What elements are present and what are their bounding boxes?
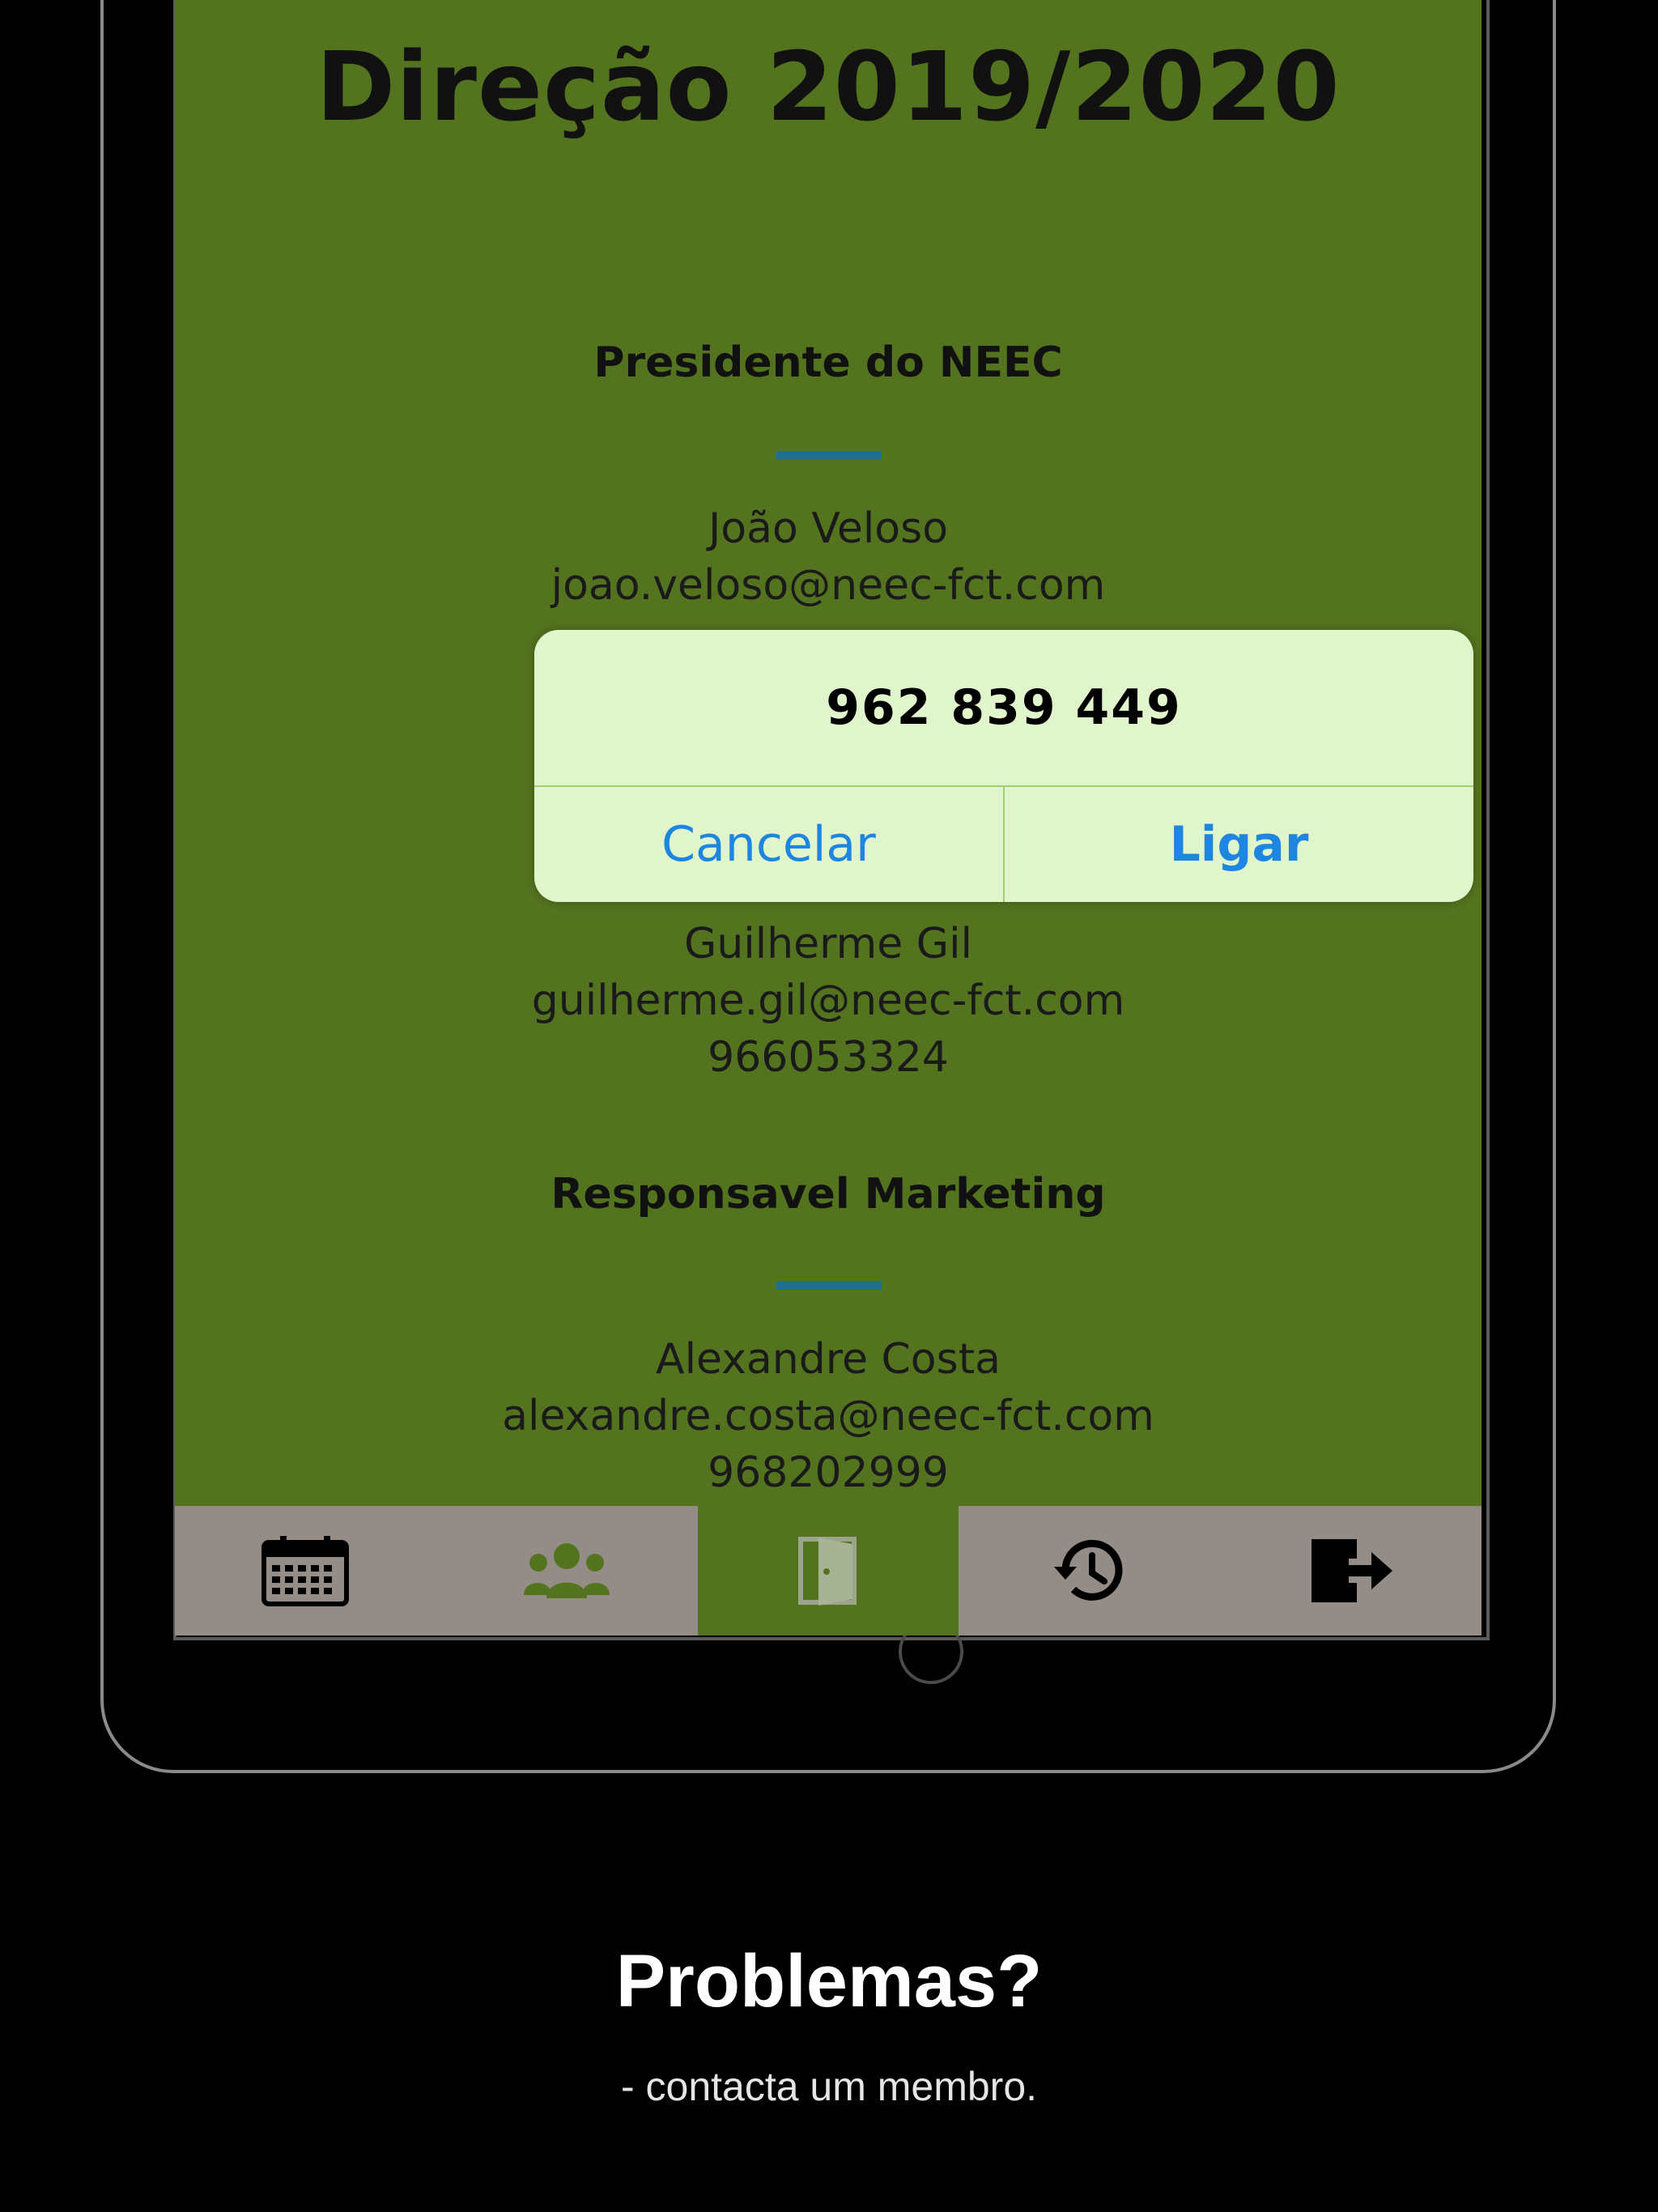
role-title-president: Presidente do NEEC xyxy=(593,338,1063,387)
member-name: Guilherme Gil xyxy=(684,920,972,968)
cancel-button[interactable]: Cancelar xyxy=(534,787,1003,902)
role-divider xyxy=(776,451,882,460)
call-button[interactable]: Ligar xyxy=(1005,787,1473,902)
caption-subtitle: - contacta um membro. xyxy=(620,2064,1038,2109)
member-email[interactable]: alexandre.costa@neec-fct.com xyxy=(175,1392,1482,1440)
member-email[interactable]: guilherme.gil@neec-fct.com xyxy=(175,976,1482,1025)
caption-title: Problemas? xyxy=(615,1940,1043,2023)
member-email[interactable]: joao.veloso@neec-fct.com xyxy=(175,561,1482,610)
tab-members[interactable] xyxy=(436,1506,698,1636)
tab-logout[interactable] xyxy=(1220,1506,1482,1636)
call-dialog: 962 839 449 Cancelar Ligar xyxy=(534,630,1473,902)
member-phone[interactable]: 966053324 xyxy=(175,1033,1482,1082)
role-divider xyxy=(776,1281,882,1290)
tab-door[interactable] xyxy=(697,1506,959,1636)
group-icon xyxy=(524,1543,610,1598)
history-icon xyxy=(1053,1539,1123,1601)
bottom-tab-bar xyxy=(175,1506,1482,1636)
logout-icon xyxy=(1311,1539,1392,1602)
role-title-marketing: Responsavel Marketing xyxy=(551,1170,1106,1219)
dialog-phone-number: 962 839 449 xyxy=(826,679,1182,736)
member-phone[interactable]: 968202999 xyxy=(175,1448,1482,1497)
door-icon xyxy=(797,1537,857,1606)
page-title: Direção 2019/2020 xyxy=(316,31,1341,143)
app-screen: Direção 2019/2020 Presidente do NEEC Joã… xyxy=(175,0,1482,1636)
tab-history[interactable] xyxy=(959,1506,1220,1636)
calendar-icon xyxy=(261,1536,350,1606)
member-name: João Veloso xyxy=(708,504,949,553)
member-name: Alexandre Costa xyxy=(656,1335,1001,1384)
tab-calendar[interactable] xyxy=(175,1506,436,1636)
